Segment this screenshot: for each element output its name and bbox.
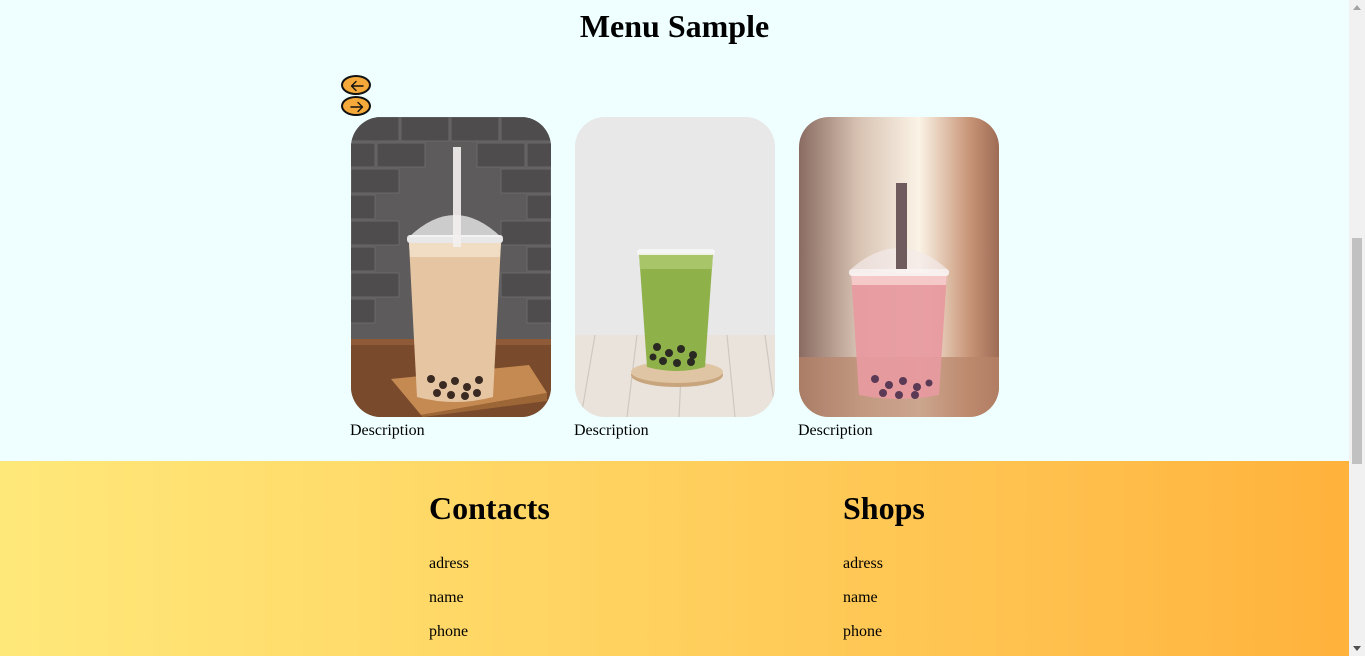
menu-card[interactable]: Description xyxy=(798,117,999,439)
strawberry-bubble-tea-photo xyxy=(799,117,999,417)
contacts-phone: phone xyxy=(429,623,469,640)
footer-contacts: Contacts adress name phone xyxy=(429,489,550,640)
card-description: Description xyxy=(574,422,649,439)
slider-prev-button[interactable] xyxy=(341,75,371,95)
menu-card[interactable]: Description xyxy=(350,117,551,439)
shops-address: adress xyxy=(843,555,883,572)
contacts-address: adress xyxy=(429,555,469,572)
contacts-name: name xyxy=(429,589,464,606)
scrollbar-thumb[interactable] xyxy=(1352,238,1362,464)
slider-next-button[interactable] xyxy=(341,96,371,116)
menu-card[interactable]: Description xyxy=(574,117,775,439)
page-title: Menu Sample xyxy=(579,8,770,44)
shops-phone: phone xyxy=(843,623,883,640)
card-description: Description xyxy=(798,422,873,439)
shops-name: name xyxy=(843,589,878,606)
page: Menu Sample Description Description Desc… xyxy=(0,0,1349,656)
card-description: Description xyxy=(350,422,425,439)
contacts-title: Contacts xyxy=(429,490,550,526)
scroll-up-arrow-icon[interactable] xyxy=(1349,0,1365,16)
shops-title: Shops xyxy=(843,490,925,526)
milk-bubble-tea-photo xyxy=(351,117,551,417)
scroll-down-arrow-icon[interactable] xyxy=(1349,640,1365,656)
vertical-scrollbar[interactable] xyxy=(1349,0,1365,656)
footer: Contacts adress name phone Shops adress … xyxy=(0,461,1349,656)
arrow-right-icon xyxy=(350,101,364,113)
matcha-bubble-tea-photo xyxy=(575,117,775,417)
footer-shops: Shops adress name phone xyxy=(843,489,925,640)
arrow-left-icon xyxy=(350,80,364,92)
